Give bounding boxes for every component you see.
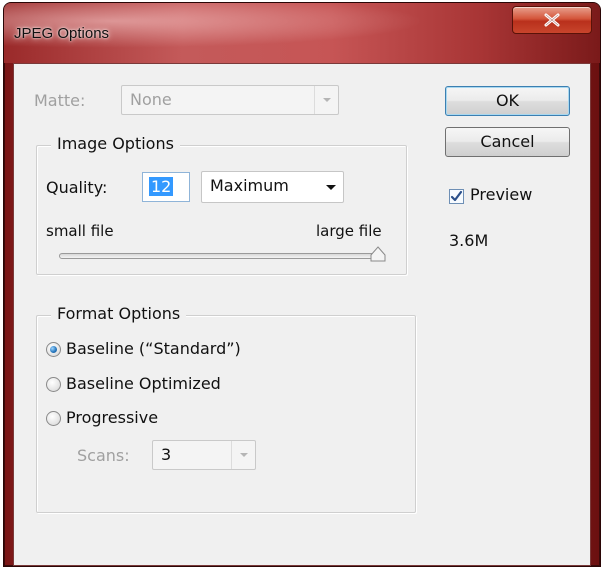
chevron-down-icon [231, 441, 255, 469]
matte-label: Matte: [34, 91, 86, 110]
quality-preset-select[interactable]: Maximum [201, 171, 344, 203]
ok-button[interactable]: OK [445, 86, 570, 116]
close-button[interactable] [512, 6, 592, 34]
dialog-body: Matte: None Image Options Quality: 12 Ma… [13, 63, 591, 566]
matte-select[interactable]: None [121, 85, 339, 115]
radio-baseline-standard[interactable] [46, 342, 61, 357]
quality-input[interactable]: 12 [142, 172, 190, 202]
chevron-down-icon [314, 86, 338, 114]
scans-label: Scans: [77, 446, 130, 465]
quality-label: Quality: [46, 178, 108, 197]
scans-value: 3 [161, 445, 172, 464]
close-icon [544, 13, 560, 27]
format-options-title: Format Options [51, 304, 187, 323]
radio-baseline-optimized-label: Baseline Optimized [66, 374, 221, 393]
scans-select[interactable]: 3 [152, 440, 256, 470]
cancel-button[interactable]: Cancel [445, 127, 570, 157]
quality-slider-track[interactable] [59, 253, 376, 259]
window-title: JPEG Options [14, 25, 110, 42]
image-options-title: Image Options [51, 134, 180, 153]
checkmark-icon [450, 190, 463, 202]
radio-baseline-standard-label: Baseline (“Standard”) [66, 339, 241, 358]
preview-checkbox[interactable] [449, 189, 464, 204]
radio-progressive[interactable] [46, 411, 61, 426]
preview-label: Preview [470, 185, 533, 204]
title-bar[interactable]: JPEG Options [4, 3, 600, 63]
chevron-down-icon [319, 172, 343, 202]
slider-thumb-icon[interactable] [369, 245, 387, 263]
slider-max-label: large file [316, 222, 382, 240]
dialog-window: JPEG Options Matte: None Image Options Q… [4, 3, 600, 566]
quality-preset-value: Maximum [210, 176, 289, 195]
slider-min-label: small file [46, 222, 114, 240]
matte-value: None [130, 90, 172, 109]
quality-value: 12 [149, 177, 174, 196]
radio-baseline-optimized[interactable] [46, 377, 61, 392]
radio-progressive-label: Progressive [66, 408, 159, 427]
file-size: 3.6M [449, 231, 489, 250]
